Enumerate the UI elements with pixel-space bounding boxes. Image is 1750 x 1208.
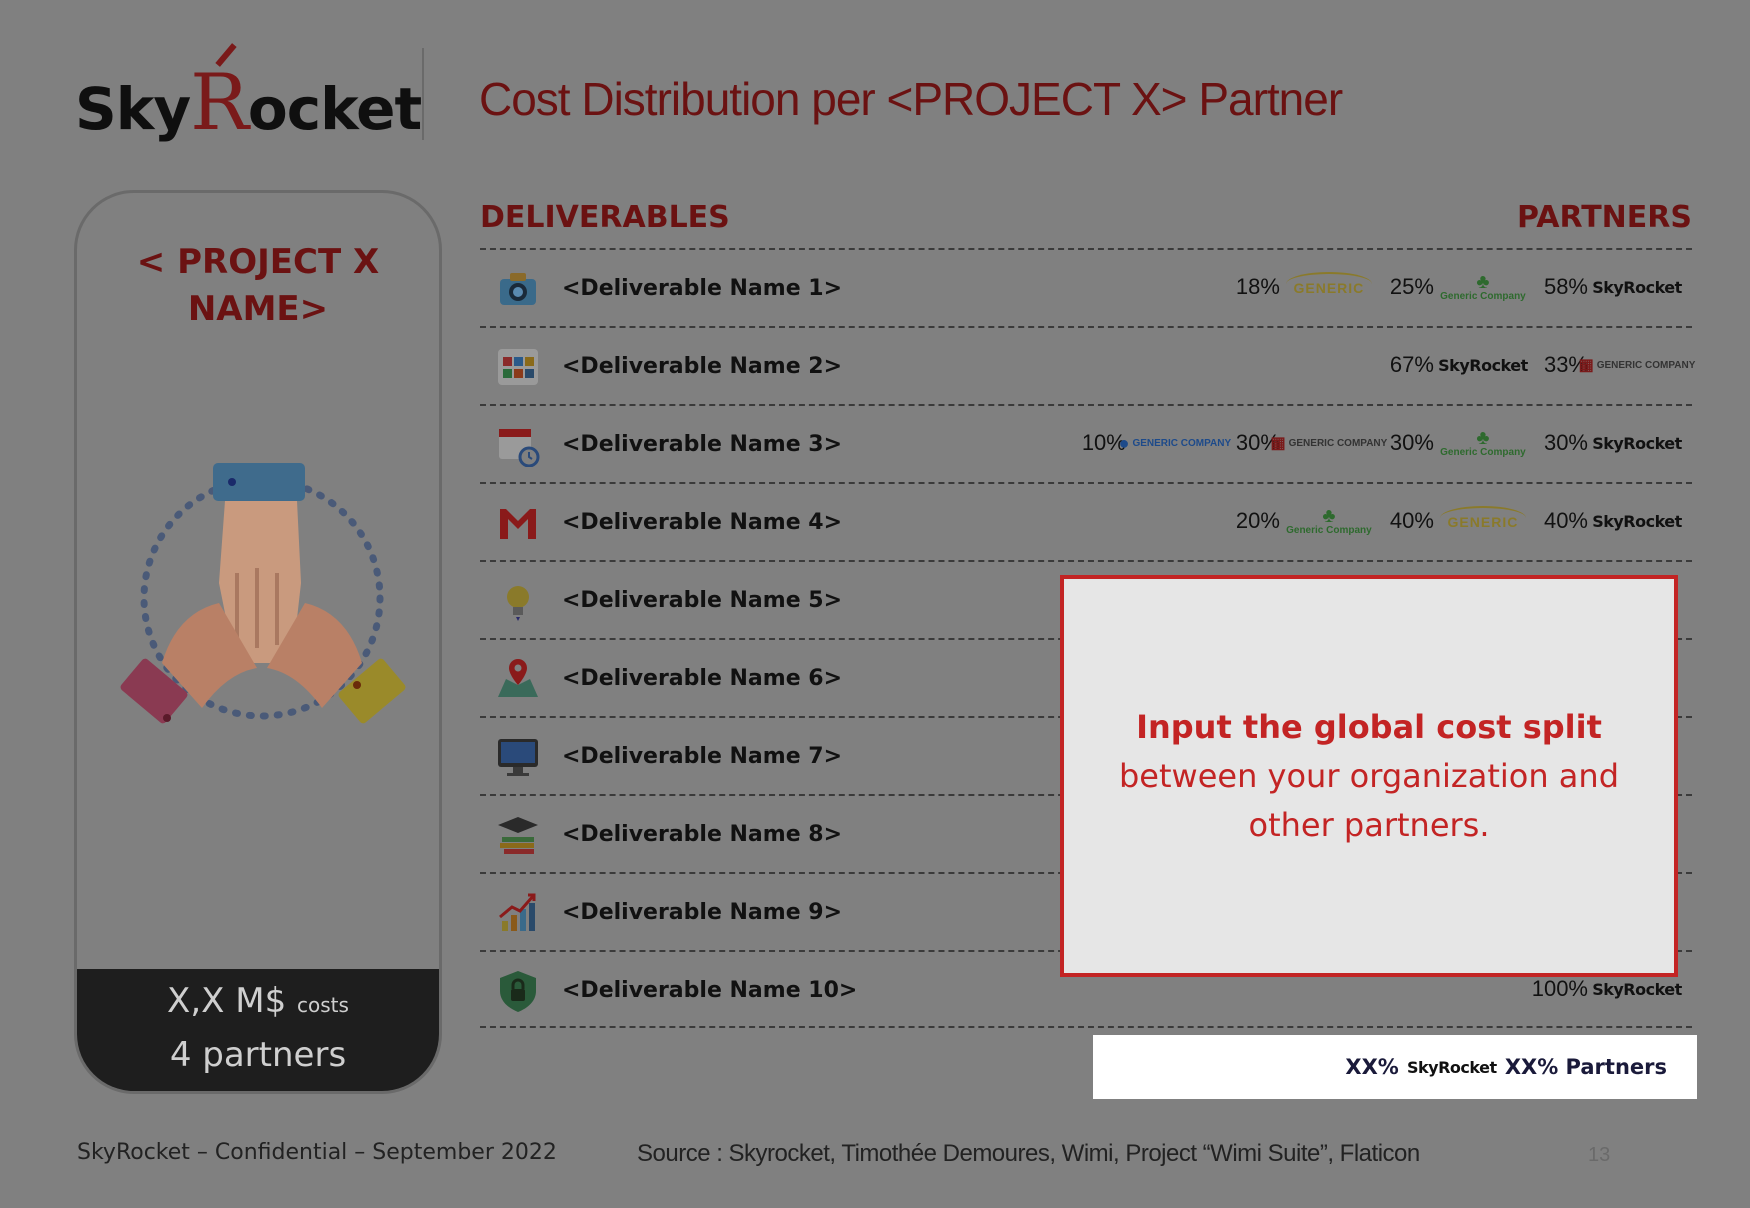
share-percentage: 20% bbox=[1235, 508, 1280, 533]
tree-icon: ♣ bbox=[1476, 427, 1490, 449]
callout-bold: Input the global cost split bbox=[1136, 707, 1602, 746]
page-number: 13 bbox=[1588, 1144, 1611, 1166]
deliverable-row: <Deliverable Name 4> 20% ♣ Generic Company 4… bbox=[480, 482, 1692, 560]
source-footer: Source : Skyrocket, Timothée Demoures, W… bbox=[637, 1140, 1420, 1167]
app-grid-icon bbox=[498, 349, 538, 385]
shield-lock-icon bbox=[500, 971, 536, 1012]
camera-icon bbox=[500, 273, 536, 305]
header-divider bbox=[422, 48, 424, 140]
tiles-icon: ▦ bbox=[1578, 357, 1594, 374]
callout-text: Input the global cost split between your… bbox=[1064, 703, 1674, 850]
deliverable-name: <Deliverable Name 9> bbox=[562, 900, 843, 925]
deliverable-name: <Deliverable Name 1> bbox=[562, 276, 843, 301]
tree-icon: ♣ bbox=[1476, 271, 1490, 293]
skyrocket-logo: SkyRocket bbox=[1592, 511, 1682, 531]
generic-drop-company-logo: ● GENERIC COMPANY bbox=[1118, 432, 1232, 453]
skyrocket-logo: SkyRocket bbox=[1592, 277, 1682, 297]
cost-unit: costs bbox=[297, 993, 349, 1017]
deliverable-name: <Deliverable Name 3> bbox=[562, 432, 843, 457]
partner-shares: 100% SkyRocket bbox=[1520, 974, 1683, 1004]
deliverable-name: <Deliverable Name 6> bbox=[562, 666, 843, 691]
project-card: < PROJECT X NAME> X,X M$ costs 4 partner… bbox=[74, 190, 442, 1094]
project-summary-footer: X,X M$ costs 4 partners bbox=[77, 969, 439, 1091]
partner-shares: 20% ♣ Generic Company 40% GENERIC 40% SkyRocke… bbox=[1224, 505, 1682, 536]
generic-car-dealer-logo: GENERIC bbox=[1439, 506, 1526, 536]
share-percentage: 40% bbox=[1389, 508, 1434, 533]
share-percentage: 40% bbox=[1543, 508, 1588, 533]
logo-letter-r: R bbox=[190, 58, 249, 148]
share-percentage: 25% bbox=[1389, 274, 1434, 299]
share-percentage: 58% bbox=[1543, 274, 1588, 299]
deliverable-row: <Deliverable Name 1> 18% GENERIC 25% ♣ Generi… bbox=[480, 248, 1692, 326]
partner-shares: 18% GENERIC 25% ♣ Generic Company 58% SkyRocke… bbox=[1224, 271, 1682, 302]
partners-header: PARTNERS bbox=[1517, 200, 1692, 235]
generic-car-dealer-logo: GENERIC bbox=[1285, 272, 1372, 302]
project-name: < PROJECT X NAME> bbox=[136, 242, 380, 329]
drop-icon: ● bbox=[1118, 432, 1130, 453]
generic-tiles-company-logo: ▦ GENERIC COMPANY bbox=[1270, 435, 1388, 452]
logo-text-sky: Sky bbox=[75, 75, 191, 143]
deliverable-name: <Deliverable Name 5> bbox=[562, 588, 843, 613]
share-percentage: 67% bbox=[1389, 352, 1434, 377]
teamwork-hands-icon bbox=[120, 463, 406, 724]
calendar-clock-icon bbox=[499, 429, 540, 467]
generic-tree-company-logo: ♣ Generic Company bbox=[1440, 271, 1526, 302]
partners-count: 4 partners bbox=[169, 1035, 347, 1075]
generic-tree-company-logo: ♣ Generic Company bbox=[1286, 505, 1372, 536]
page-title: Cost Distribution per <PROJECT X> Partne… bbox=[479, 73, 1343, 125]
deliverable-name: <Deliverable Name 2> bbox=[562, 354, 843, 379]
map-pin-icon bbox=[498, 659, 538, 697]
graduation-books-icon bbox=[498, 817, 538, 854]
mail-icon bbox=[500, 509, 536, 539]
growth-chart-icon bbox=[499, 893, 536, 931]
deliverable-name: <Deliverable Name 8> bbox=[562, 822, 843, 847]
generic-tiles-company-logo: ▦ GENERIC COMPANY bbox=[1578, 357, 1696, 374]
cost-split-summary: XX% SkyRocket XX% Partners bbox=[1093, 1035, 1697, 1099]
monitor-icon bbox=[498, 739, 538, 776]
deliverable-name: <Deliverable Name 10> bbox=[562, 978, 858, 1003]
logo-wordmark: SkyRocket bbox=[75, 58, 422, 148]
deliverable-name: <Deliverable Name 7> bbox=[562, 744, 843, 769]
lightbulb-icon bbox=[507, 586, 529, 621]
callout-rest: between your organization and other part… bbox=[1118, 756, 1619, 844]
deliverable-row: <Deliverable Name 3> 10% ● GENERIC COMPANY 3… bbox=[480, 404, 1692, 482]
share-percentage: 18% bbox=[1235, 274, 1280, 299]
share-percentage: 100% bbox=[1531, 976, 1588, 1001]
partner-shares: 67% SkyRocket 33% ▦ GENERIC COMPANY bbox=[1378, 350, 1696, 380]
cost-value: X,X M$ bbox=[167, 981, 287, 1021]
skyrocket-logo: SkyRocket bbox=[1592, 433, 1682, 453]
skyrocket-logo: SkyRocket bbox=[1592, 979, 1682, 999]
own-percentage: XX% bbox=[1345, 1055, 1399, 1079]
share-percentage: 30% bbox=[1543, 430, 1588, 455]
tiles-icon: ▦ bbox=[1270, 435, 1286, 452]
generic-tree-company-logo: ♣ Generic Company bbox=[1440, 427, 1526, 458]
logo-text-ocket: ocket bbox=[247, 75, 422, 143]
skyrocket-partner-logo: SkyRocket bbox=[1407, 1057, 1497, 1077]
deliverable-name: <Deliverable Name 4> bbox=[562, 510, 843, 535]
tree-icon: ♣ bbox=[1322, 505, 1336, 527]
deliverables-header: DELIVERABLES bbox=[480, 200, 730, 235]
skyrocket-logo: SkyRocket bbox=[1438, 355, 1528, 375]
deliverable-row: <Deliverable Name 2> 67% SkyRocket 33% ▦ GENE… bbox=[480, 326, 1696, 404]
instruction-callout: Input the global cost split between your… bbox=[1060, 575, 1678, 977]
confidential-footer: SkyRocket – Confidential – September 202… bbox=[77, 1140, 557, 1165]
partner-shares: 10% ● GENERIC COMPANY 30% ▦ GENERIC COMPANY 30… bbox=[1070, 427, 1683, 458]
share-percentage: 30% bbox=[1389, 430, 1434, 455]
partners-percentage: XX% Partners bbox=[1504, 1055, 1667, 1079]
skyrocket-logo: SkyRocket bbox=[75, 40, 422, 148]
project-cost: X,X M$ costs bbox=[77, 981, 439, 1021]
